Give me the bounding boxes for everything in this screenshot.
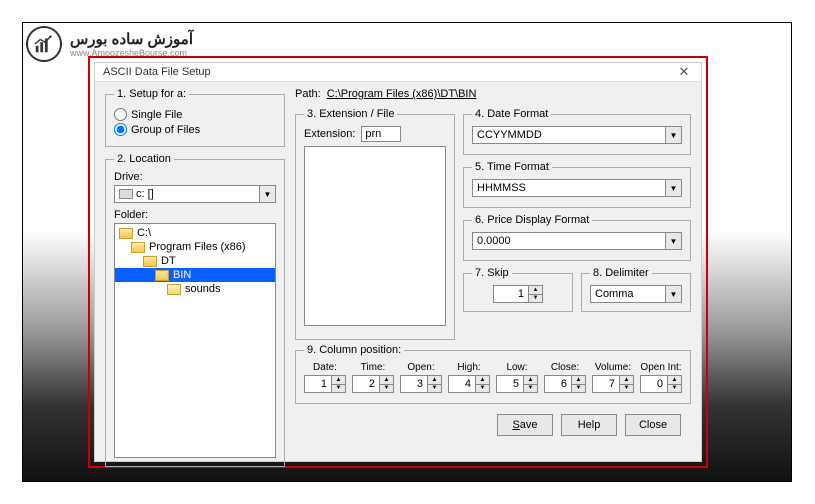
location-group: 2. Location Drive: c: [] ▼ Folder: C:\Pr… bbox=[105, 153, 285, 467]
skip-group: 7. Skip 1 ▲▼ bbox=[463, 267, 573, 312]
folder-open-icon bbox=[119, 228, 133, 239]
brand-url: www.AmoozesheBourse.com bbox=[70, 48, 193, 58]
time-format-combo[interactable]: HHMMSS ▼ bbox=[472, 179, 682, 197]
date-format-combo[interactable]: CCYYMMDD ▼ bbox=[472, 126, 682, 144]
column-position-group: 9. Column position: Date:1▲▼Time:2▲▼Open… bbox=[295, 344, 691, 404]
tree-row[interactable]: sounds bbox=[115, 282, 275, 296]
chevron-down-icon: ▼ bbox=[665, 233, 681, 249]
spin-up-icon[interactable]: ▲ bbox=[529, 286, 542, 295]
tree-row[interactable]: C:\ bbox=[115, 226, 275, 240]
file-list[interactable] bbox=[304, 146, 446, 326]
folder-tree[interactable]: C:\Program Files (x86)DTBINsounds bbox=[114, 223, 276, 458]
column-position-item: Date:1▲▼ bbox=[304, 362, 346, 393]
column-spinner[interactable]: 4▲▼ bbox=[448, 375, 490, 393]
spin-up-icon[interactable]: ▲ bbox=[476, 376, 489, 385]
spin-up-icon[interactable]: ▲ bbox=[380, 376, 393, 385]
date-format-group: 4. Date Format CCYYMMDD ▼ bbox=[463, 108, 691, 155]
column-spinner[interactable]: 5▲▼ bbox=[496, 375, 538, 393]
folder-open-icon bbox=[155, 270, 169, 281]
column-spinner[interactable]: 2▲▼ bbox=[352, 375, 394, 393]
column-spinner[interactable]: 7▲▼ bbox=[592, 375, 634, 393]
folder-label: Folder: bbox=[114, 209, 276, 221]
time-format-group: 5. Time Format HHMMSS ▼ bbox=[463, 161, 691, 208]
spin-down-icon[interactable]: ▼ bbox=[380, 385, 393, 393]
spin-up-icon[interactable]: ▲ bbox=[524, 376, 537, 385]
extension-label: Extension: bbox=[304, 128, 355, 140]
spin-up-icon[interactable]: ▲ bbox=[428, 376, 441, 385]
column-position-item: Open:3▲▼ bbox=[400, 362, 442, 393]
folder-open-icon bbox=[131, 242, 145, 253]
save-button[interactable]: Save bbox=[497, 414, 553, 436]
column-position-item: Volume:7▲▼ bbox=[592, 362, 634, 393]
spin-down-icon[interactable]: ▼ bbox=[620, 385, 633, 393]
ascii-setup-dialog: ASCII Data File Setup ✕ 1. Setup for a: … bbox=[94, 62, 702, 462]
close-icon[interactable]: ✕ bbox=[675, 63, 693, 81]
tree-row[interactable]: BIN bbox=[115, 268, 275, 282]
column-spinner[interactable]: 6▲▼ bbox=[544, 375, 586, 393]
folder-icon bbox=[167, 284, 181, 295]
help-button[interactable]: Help bbox=[561, 414, 617, 436]
spin-up-icon[interactable]: ▲ bbox=[572, 376, 585, 385]
column-position-item: High:4▲▼ bbox=[448, 362, 490, 393]
close-button[interactable]: Close bbox=[625, 414, 681, 436]
chevron-down-icon: ▼ bbox=[665, 180, 681, 196]
column-position-item: Close:6▲▼ bbox=[544, 362, 586, 393]
column-spinner[interactable]: 0▲▼ bbox=[640, 375, 682, 393]
column-spinner[interactable]: 1▲▼ bbox=[304, 375, 346, 393]
spin-down-icon[interactable]: ▼ bbox=[572, 385, 585, 393]
tree-row[interactable]: DT bbox=[115, 254, 275, 268]
column-spinner[interactable]: 3▲▼ bbox=[400, 375, 442, 393]
spin-up-icon[interactable]: ▲ bbox=[668, 376, 681, 385]
setup-for-group: 1. Setup for a: Single File Group of Fil… bbox=[105, 88, 285, 147]
chevron-down-icon: ▼ bbox=[259, 186, 275, 202]
spin-up-icon[interactable]: ▲ bbox=[620, 376, 633, 385]
spin-up-icon[interactable]: ▲ bbox=[332, 376, 345, 385]
extension-input[interactable] bbox=[361, 126, 401, 142]
price-format-group: 6. Price Display Format 0.0000 ▼ bbox=[463, 214, 691, 261]
spin-down-icon[interactable]: ▼ bbox=[524, 385, 537, 393]
skip-spinner[interactable]: 1 ▲▼ bbox=[493, 285, 543, 303]
spin-down-icon[interactable]: ▼ bbox=[332, 385, 345, 393]
spin-down-icon[interactable]: ▼ bbox=[428, 385, 441, 393]
logo-icon bbox=[26, 26, 62, 62]
radio-single-file[interactable]: Single File bbox=[114, 108, 276, 121]
folder-open-icon bbox=[143, 256, 157, 267]
brand-logo: آموزش ساده بورس www.AmoozesheBourse.com bbox=[26, 26, 193, 62]
delimiter-group: 8. Delimiter Comma ▼ bbox=[581, 267, 691, 312]
chevron-down-icon: ▼ bbox=[665, 286, 681, 302]
column-position-item: Low:5▲▼ bbox=[496, 362, 538, 393]
column-position-item: Open Int:0▲▼ bbox=[640, 362, 682, 393]
delimiter-combo[interactable]: Comma ▼ bbox=[590, 285, 682, 303]
spin-down-icon[interactable]: ▼ bbox=[529, 295, 542, 303]
path-value: C:\Program Files (x86)\DT\BIN bbox=[327, 88, 477, 100]
brand-title: آموزش ساده بورس bbox=[70, 30, 193, 48]
extension-group: 3. Extension / File Extension: bbox=[295, 108, 455, 340]
titlebar: ASCII Data File Setup ✕ bbox=[95, 63, 701, 82]
path-label: Path: bbox=[295, 88, 321, 100]
radio-group-of-files[interactable]: Group of Files bbox=[114, 123, 276, 136]
drive-label: Drive: bbox=[114, 171, 276, 183]
spin-down-icon[interactable]: ▼ bbox=[476, 385, 489, 393]
drive-combo[interactable]: c: [] ▼ bbox=[114, 185, 276, 203]
spin-down-icon[interactable]: ▼ bbox=[668, 385, 681, 393]
price-format-combo[interactable]: 0.0000 ▼ bbox=[472, 232, 682, 250]
column-position-item: Time:2▲▼ bbox=[352, 362, 394, 393]
drive-icon bbox=[119, 189, 133, 199]
chevron-down-icon: ▼ bbox=[665, 127, 681, 143]
tree-row[interactable]: Program Files (x86) bbox=[115, 240, 275, 254]
dialog-title: ASCII Data File Setup bbox=[103, 66, 211, 78]
